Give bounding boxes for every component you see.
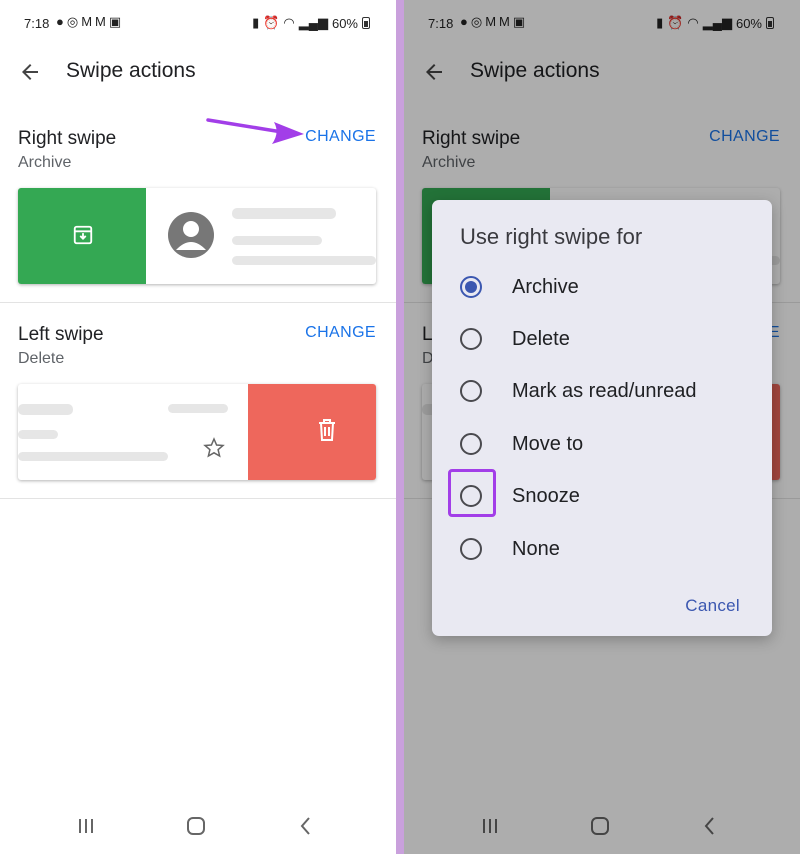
star-icon <box>203 437 225 458</box>
option-label: Move to <box>512 433 584 455</box>
home-icon[interactable] <box>182 812 210 840</box>
status-bar: 7:18 ● ◎ M M ▣ ▮ ⏰ ◠ ▂▄▆ 60% <box>0 0 396 46</box>
option-mark-read-unread[interactable]: Mark as read/unread <box>432 366 772 418</box>
right-swipe-preview <box>18 188 376 284</box>
avatar-icon <box>168 212 214 258</box>
battery-percent: 60% <box>735 15 762 31</box>
placeholder-line <box>168 404 228 413</box>
notification-icons: ● ◎ M M ▣ <box>460 14 525 30</box>
page-title: Swipe actions <box>66 59 196 82</box>
section-divider <box>0 302 396 303</box>
back-arrow-icon[interactable] <box>422 60 446 84</box>
arrow-annotation-icon <box>206 118 304 144</box>
gallery-icon: ▣ <box>512 14 526 29</box>
option-label: Delete <box>512 328 570 350</box>
whatsapp-icon: ◎ <box>66 14 79 29</box>
recent-apps-icon[interactable] <box>476 812 504 840</box>
home-icon[interactable] <box>586 812 614 840</box>
option-label: Snooze <box>512 485 580 507</box>
delete-swipe-area <box>248 384 376 480</box>
option-move-to[interactable]: Move to <box>432 419 772 471</box>
gmail-icon: M <box>81 14 93 29</box>
navigation-bar <box>404 798 800 854</box>
status-time: 7:18 <box>24 16 50 31</box>
system-icons: ▮ ⏰ ◠ ▂▄▆ 60% <box>656 15 774 31</box>
back-arrow-icon[interactable] <box>18 60 42 84</box>
dialog-title: Use right swipe for <box>460 224 643 249</box>
status-bar: 7:18 ● ◎ M M ▣ ▮ ⏰ ◠ ▂▄▆ 60% <box>404 0 800 46</box>
option-label: Mark as read/unread <box>512 380 697 402</box>
app-bar: Swipe actions <box>0 48 396 96</box>
back-nav-icon[interactable] <box>292 812 320 840</box>
notification-icons: ● ◎ M M ▣ <box>56 14 121 30</box>
battery-saver-icon: ▮ <box>252 15 260 30</box>
wifi-icon: ◠ <box>283 15 295 30</box>
option-snooze[interactable]: Snooze <box>432 469 772 523</box>
signal-icon: ▂▄▆ <box>298 15 328 30</box>
back-nav-icon[interactable] <box>696 812 724 840</box>
option-label: None <box>512 538 560 560</box>
signal-icon: ▂▄▆ <box>702 15 732 30</box>
placeholder-line <box>18 452 168 461</box>
right-swipe-title: Right swipe <box>422 128 521 149</box>
battery-icon <box>766 17 774 29</box>
trash-icon <box>319 419 335 441</box>
radio-selected-icon[interactable] <box>460 276 482 298</box>
radio-icon[interactable] <box>460 328 482 350</box>
system-icons: ▮ ⏰ ◠ ▂▄▆ 60% <box>252 15 370 31</box>
left-screenshot: 7:18 ● ◎ M M ▣ ▮ ⏰ ◠ ▂▄▆ 60% Swipe actions Righ… <box>0 0 396 854</box>
battery-icon <box>362 17 370 29</box>
placeholder-line <box>232 208 336 219</box>
right-swipe-title: Right swipe <box>18 128 117 149</box>
gmail-icon: M <box>95 14 106 29</box>
whatsapp-icon: ◎ <box>470 14 483 29</box>
app-bar: Swipe actions <box>404 48 800 96</box>
left-swipe-change-button[interactable]: CHANGE <box>305 324 376 342</box>
placeholder-line <box>18 404 73 415</box>
radio-icon[interactable] <box>460 433 482 455</box>
placeholder-line <box>232 236 322 245</box>
right-swipe-change-button[interactable]: CHANGE <box>305 128 376 146</box>
right-screenshot: 7:18 ● ◎ M M ▣ ▮ ⏰ ◠ ▂▄▆ 60% Swipe actions Righ… <box>404 0 800 854</box>
gmail-icon: M <box>485 14 497 29</box>
chat-icon: ● <box>460 14 468 29</box>
left-swipe-value: Delete <box>18 350 65 367</box>
option-none[interactable]: None <box>432 524 772 576</box>
gmail-icon: M <box>499 14 510 29</box>
page-title: Swipe actions <box>470 59 600 82</box>
placeholder-line <box>18 430 58 439</box>
right-swipe-value: Archive <box>422 154 476 171</box>
swipe-option-dialog: Use right swipe for Archive Delete Mark … <box>432 200 772 636</box>
radio-icon[interactable] <box>460 538 482 560</box>
battery-saver-icon: ▮ <box>656 15 664 30</box>
left-swipe-preview <box>18 384 376 480</box>
right-swipe-change-button[interactable]: CHANGE <box>709 128 780 146</box>
battery-percent: 60% <box>331 15 358 31</box>
wifi-icon: ◠ <box>687 15 699 30</box>
option-archive[interactable]: Archive <box>432 262 772 314</box>
radio-icon[interactable] <box>460 380 482 402</box>
alarm-icon: ⏰ <box>667 15 684 30</box>
option-label: Archive <box>512 276 579 298</box>
placeholder-line <box>232 256 376 265</box>
cancel-button[interactable]: Cancel <box>685 596 740 616</box>
left-swipe-title: Left swipe <box>18 324 104 345</box>
archive-icon <box>73 225 93 245</box>
section-divider <box>0 498 396 499</box>
right-swipe-value: Archive <box>18 154 72 171</box>
archive-swipe-area <box>18 188 146 284</box>
option-delete[interactable]: Delete <box>432 314 772 366</box>
status-time: 7:18 <box>428 16 454 31</box>
alarm-icon: ⏰ <box>263 15 280 30</box>
navigation-bar <box>0 798 396 854</box>
gallery-icon: ▣ <box>108 14 122 29</box>
chat-icon: ● <box>56 14 64 29</box>
radio-icon[interactable] <box>460 485 482 507</box>
recent-apps-icon[interactable] <box>72 812 100 840</box>
